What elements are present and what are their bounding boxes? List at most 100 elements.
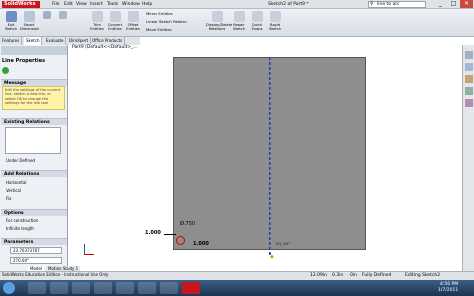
menu-help[interactable]: Help bbox=[142, 1, 152, 8]
tab-evaluate[interactable]: Evaluate bbox=[44, 37, 67, 45]
exit-sketch-icon bbox=[5, 11, 17, 22]
angle-input[interactable]: 270.00° bbox=[10, 257, 62, 264]
minimize-button[interactable]: _ bbox=[434, 0, 447, 8]
snaps-icon bbox=[251, 11, 263, 22]
tab-sketch[interactable]: Sketch bbox=[24, 37, 43, 45]
menu-file[interactable]: File bbox=[52, 1, 60, 8]
convert-entities-button[interactable]: Convert Entities bbox=[106, 11, 124, 35]
offset-entities-button[interactable]: Offset Entities bbox=[124, 11, 142, 35]
under-defined-status: Under Defined bbox=[6, 158, 35, 163]
status-coord-y: 0.3in bbox=[332, 273, 344, 278]
ok-button[interactable] bbox=[2, 67, 9, 74]
repair-sketch-button[interactable]: Repair Sketch bbox=[230, 11, 248, 35]
design-library-icon[interactable] bbox=[465, 63, 473, 71]
dimension-line bbox=[164, 234, 176, 235]
dimension-bottom[interactable]: 1.000 bbox=[193, 241, 209, 247]
file-explorer-icon[interactable] bbox=[465, 75, 473, 83]
sketch-point[interactable] bbox=[176, 236, 185, 245]
command-manager: Exit Sketch Smart Dimension Trim Entitie… bbox=[0, 9, 474, 37]
existing-relations-header[interactable]: Existing Relations bbox=[1, 118, 67, 125]
tab-motion-study[interactable]: Motion Study 1 bbox=[46, 266, 81, 271]
line-tool-button[interactable] bbox=[40, 11, 54, 35]
dimension-left[interactable]: 1.000 bbox=[145, 230, 161, 236]
task-pane bbox=[462, 45, 474, 271]
search-input[interactable]: line to arc bbox=[368, 1, 426, 8]
status-edition: SolidWorks Education Edition - Instructi… bbox=[2, 272, 109, 277]
existing-relations-list[interactable] bbox=[5, 127, 61, 154]
clock-time: 4:56 PM bbox=[440, 282, 459, 287]
appearances-icon[interactable] bbox=[465, 99, 473, 107]
tab-model[interactable]: Model bbox=[28, 266, 45, 271]
display-relations-button[interactable]: Display/Delete Relations bbox=[206, 11, 232, 35]
command-tabs: Features Sketch Evaluate DimXpert Office… bbox=[0, 37, 140, 45]
angle-label: D1_90° bbox=[276, 241, 290, 246]
taskbar-app2-icon[interactable] bbox=[116, 282, 134, 294]
status-defined: Fully Defined bbox=[362, 273, 392, 278]
panel-tabs bbox=[1, 46, 67, 55]
option-for-construction[interactable]: For construction bbox=[6, 218, 38, 223]
menu-view[interactable]: View bbox=[76, 1, 87, 8]
start-button[interactable] bbox=[3, 282, 15, 294]
taskbar-solidworks-icon[interactable] bbox=[182, 282, 200, 294]
taskbar-app3-icon[interactable] bbox=[138, 282, 156, 294]
search-icon: ⚲ bbox=[370, 1, 374, 7]
parameters-header[interactable]: Parameters bbox=[1, 238, 67, 245]
menu-window[interactable]: Window bbox=[122, 1, 140, 8]
tab-dimxpert[interactable]: DimXpert bbox=[67, 37, 92, 45]
taskbar-firefox-icon[interactable] bbox=[72, 282, 90, 294]
maximize-button[interactable]: □ bbox=[447, 0, 460, 8]
menu-edit[interactable]: Edit bbox=[64, 1, 73, 8]
document-title: Sketch2 of Part9 * bbox=[268, 2, 309, 7]
tab-features[interactable]: Features bbox=[0, 37, 23, 45]
quick-snaps-button[interactable]: Quick Snaps bbox=[248, 11, 266, 35]
move-entities-button[interactable]: Move Entities bbox=[146, 27, 172, 33]
message-text: Edit the settings of the current line, s… bbox=[2, 86, 65, 110]
y-axis-indicator-icon bbox=[84, 244, 85, 254]
relation-horizontal[interactable]: Horizontal bbox=[6, 180, 26, 185]
relations-icon bbox=[211, 11, 223, 22]
sketch-centerline[interactable] bbox=[269, 57, 271, 255]
taskbar-app-icon[interactable] bbox=[94, 282, 112, 294]
smart-dimension-icon bbox=[23, 11, 35, 22]
view-palette-icon[interactable] bbox=[465, 87, 473, 95]
taskbar-app4-icon[interactable] bbox=[160, 282, 178, 294]
status-bar: SolidWorks Education Edition - Instructi… bbox=[0, 271, 474, 280]
x-axis-indicator-icon bbox=[84, 254, 94, 255]
rapid-sketch-icon bbox=[269, 11, 281, 22]
relation-fix[interactable]: Fix bbox=[6, 196, 12, 201]
taskbar-media-icon[interactable] bbox=[50, 282, 68, 294]
status-coord-z: 0in bbox=[350, 273, 357, 278]
repair-icon bbox=[233, 11, 245, 22]
trim-entities-button[interactable]: Trim Entities bbox=[88, 11, 106, 35]
panel-title: Line Properties bbox=[2, 58, 46, 64]
relation-vertical[interactable]: Vertical bbox=[6, 188, 21, 193]
resources-icon[interactable] bbox=[465, 51, 473, 59]
mirror-entities-button[interactable]: Mirror Entities bbox=[146, 11, 173, 17]
rectangle-icon bbox=[59, 11, 67, 19]
close-button[interactable]: ✕ bbox=[460, 0, 473, 8]
menu-tools[interactable]: Tools bbox=[107, 1, 118, 8]
title-bar: SolidWorks File Edit View Insert Tools W… bbox=[0, 0, 474, 9]
taskbar-explorer-icon[interactable] bbox=[28, 282, 46, 294]
rapid-sketch-button[interactable]: Rapid Sketch bbox=[266, 11, 284, 35]
add-relations-header[interactable]: Add Relations bbox=[1, 170, 67, 177]
feature-tree-item[interactable]: Part9 (Default<<Default>_... bbox=[72, 45, 138, 50]
status-coord-x: 12.09in bbox=[310, 273, 327, 278]
solidworks-logo[interactable]: SolidWorks bbox=[2, 1, 40, 8]
tab-office-products[interactable]: Office Products bbox=[90, 37, 126, 45]
message-header[interactable]: Message bbox=[1, 79, 67, 86]
rectangle-tool-button[interactable] bbox=[56, 11, 70, 35]
options-header[interactable]: Options bbox=[1, 209, 67, 216]
menu-insert[interactable]: Insert bbox=[90, 1, 103, 8]
linear-pattern-button[interactable]: Linear Sketch Pattern bbox=[146, 19, 187, 25]
smart-dimension-button[interactable]: Smart Dimension bbox=[20, 11, 39, 35]
dimension-radius[interactable]: Ø.750 bbox=[180, 221, 195, 227]
convert-icon bbox=[109, 11, 121, 22]
relation-badge-icon: ◆ bbox=[270, 254, 274, 260]
exit-sketch-button[interactable]: Exit Sketch bbox=[2, 11, 20, 35]
trim-icon bbox=[91, 11, 103, 22]
windows-taskbar: 4:56 PM 1/7/2011 bbox=[0, 280, 474, 296]
clock-date: 1/7/2011 bbox=[438, 288, 459, 293]
length-input[interactable]: 23.70373767 bbox=[10, 247, 62, 254]
option-infinite-length[interactable]: Infinite length bbox=[6, 226, 34, 231]
